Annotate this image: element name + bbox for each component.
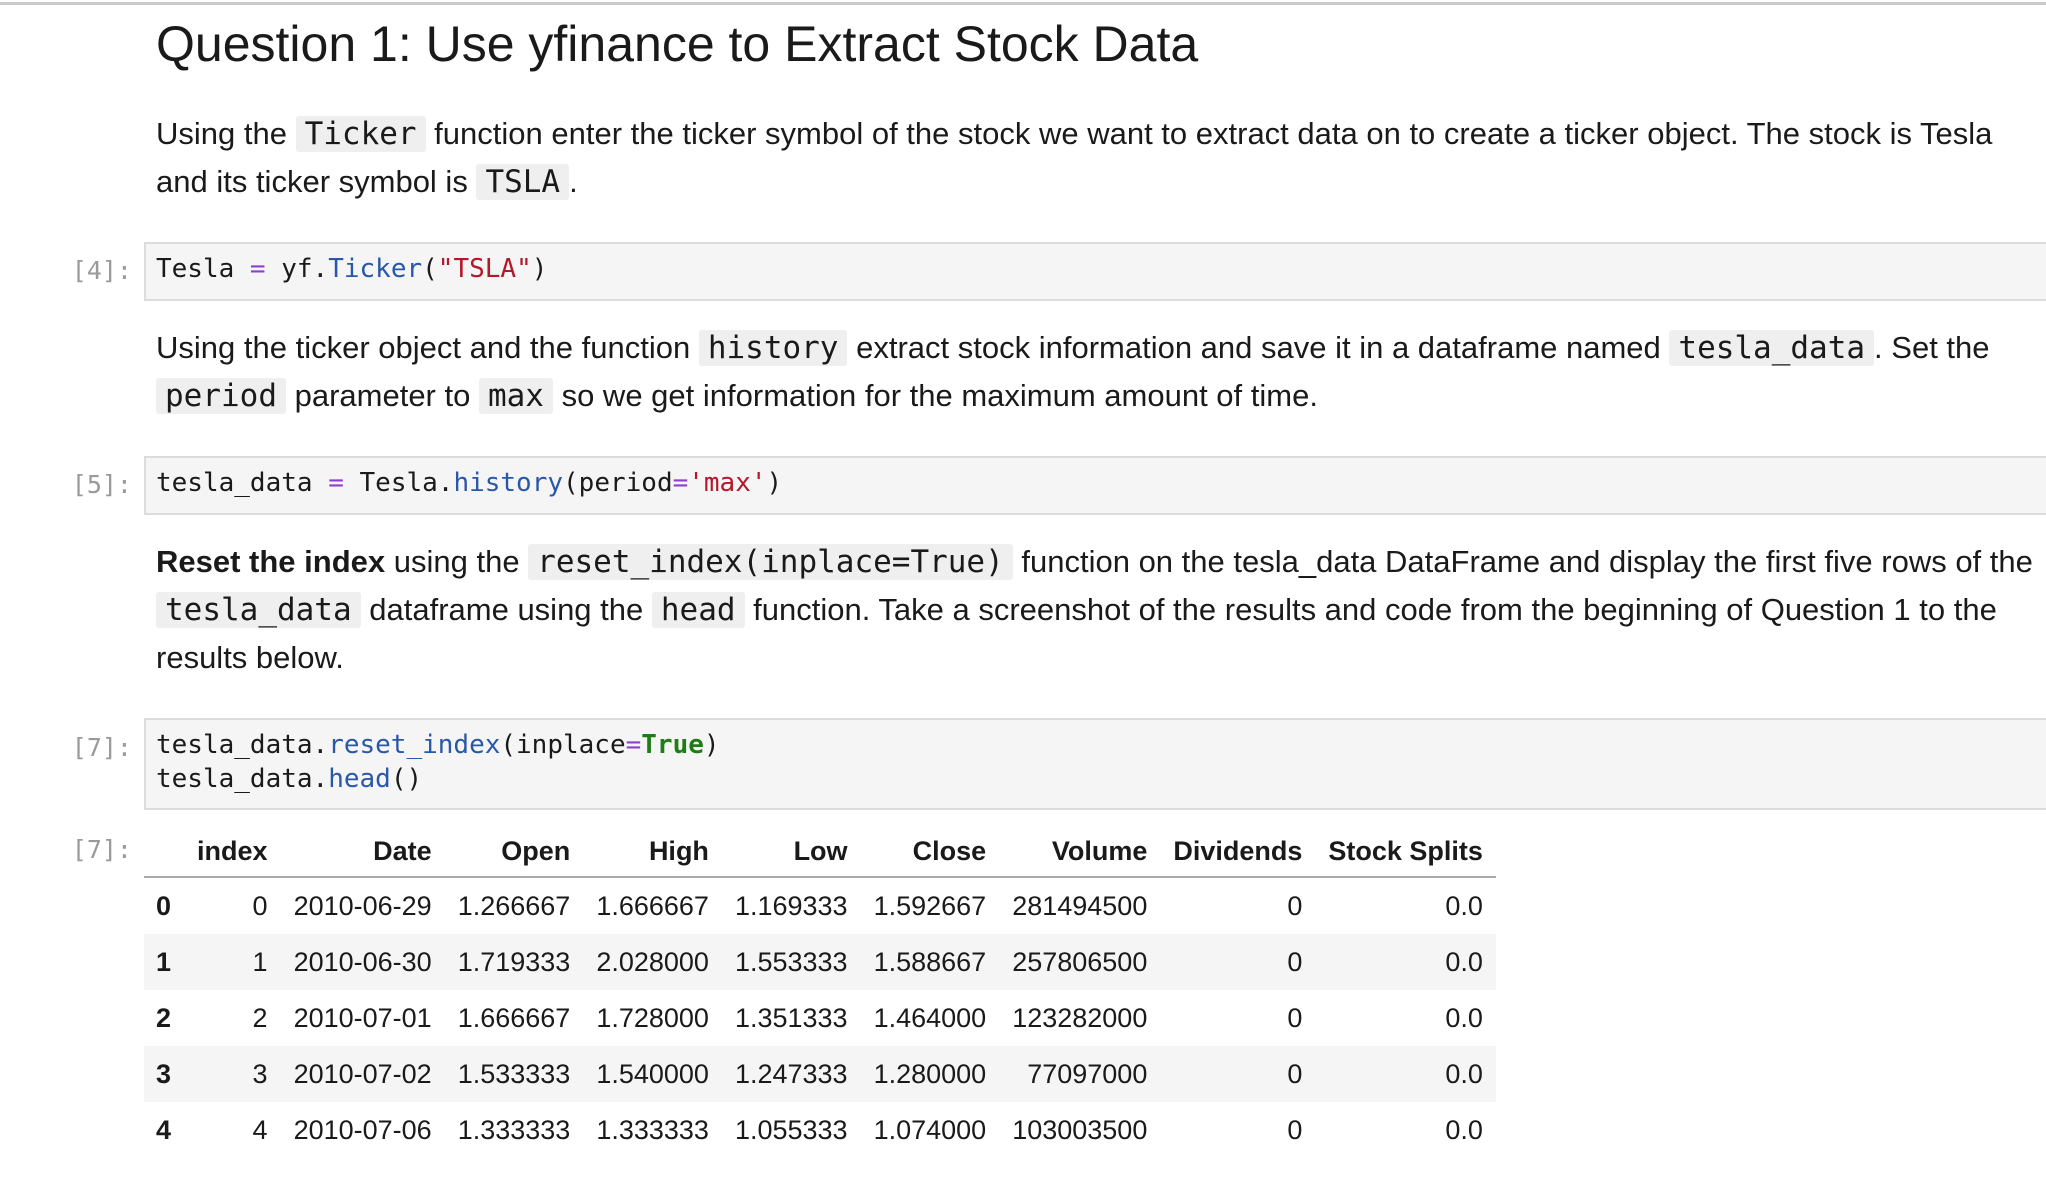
table-row: 0 0 2010-06-29 1.266667 1.666667 1.169333 1.59…: [144, 877, 1496, 934]
output-7-prompt: [7]:: [71, 835, 132, 864]
table-cell: 1.266667: [457, 890, 571, 921]
table-cell: 0: [1287, 1002, 1303, 1033]
table-cell: 1.333333: [596, 1114, 709, 1145]
column-header: High: [583, 826, 722, 878]
table-cell: 1.055333: [734, 1114, 848, 1145]
table-cell: 1.719333: [457, 946, 571, 977]
table-row: 2 2 2010-07-01 1.666667 1.728000 1.351333 1.46…: [144, 990, 1496, 1046]
table-cell: 1.592667: [873, 890, 987, 921]
code-cell-5[interactable]: tesla_data = Tesla.history(period='max'): [144, 456, 2046, 515]
table-cell: 4: [252, 1114, 268, 1145]
column-header: Stock Splits: [1315, 826, 1496, 878]
inline-code-max: max: [478, 378, 553, 414]
table-cell: 0.0: [1445, 1114, 1483, 1145]
cell-5-prompt: [5]:: [71, 470, 132, 499]
table-cell: 2010-07-06: [293, 1114, 432, 1145]
cell-7-prompt: [7]:: [71, 733, 132, 762]
table-cell: 1.540000: [596, 1058, 709, 1089]
inline-code-tesla-data-2: tesla_data: [156, 592, 361, 628]
table-cell: 2010-07-01: [293, 1002, 432, 1033]
table-cell: 0.0: [1445, 1058, 1483, 1089]
column-header: [144, 826, 185, 878]
column-header: Open: [444, 826, 584, 878]
row-index-label: 2: [156, 1002, 172, 1033]
table-cell: 1.333333: [457, 1114, 571, 1145]
inline-code-history: history: [698, 330, 848, 366]
column-header: Low: [721, 826, 861, 878]
code-cell-7[interactable]: tesla_data.reset_index(inplace=True) tesl…: [144, 718, 2046, 810]
table-cell: 1.074000: [873, 1114, 987, 1145]
row-index-label: 1: [156, 946, 172, 977]
table-row: 4 4 2010-07-06 1.333333 1.333333 1.055333 1.07…: [144, 1102, 1496, 1158]
column-header: Volume: [999, 826, 1161, 878]
cell-4-prompt: [4]:: [71, 256, 132, 285]
table-cell: 257806500: [1012, 946, 1148, 977]
table-cell: 0.0: [1445, 890, 1483, 921]
table-cell: 1.533333: [457, 1058, 571, 1089]
markdown-cell-history-instructions: Using the ticker object and the function…: [156, 330, 1990, 414]
table-cell: 0: [1287, 946, 1303, 977]
table-cell: 2: [252, 1002, 268, 1033]
table-cell: 123282000: [1012, 1002, 1148, 1033]
table-cell: 2010-06-29: [293, 890, 432, 921]
table-cell: 1.169333: [734, 890, 848, 921]
page-title: Question 1: Use yfinance to Extract Stoc…: [156, 16, 1199, 72]
top-divider: [0, 2, 2046, 5]
inline-code-reset-index: reset_index(inplace=True): [528, 544, 1013, 580]
table-row: 1 1 2010-06-30 1.719333 2.028000 1.553333 1.58…: [144, 934, 1496, 990]
inline-code-ticker: Ticker: [295, 116, 426, 152]
inline-code-tesla-data: tesla_data: [1669, 330, 1875, 366]
table-cell: 2010-06-30: [293, 946, 432, 977]
table-cell: 1.247333: [734, 1058, 848, 1089]
table-cell: 0.0: [1445, 946, 1483, 977]
table-cell: 0: [1287, 890, 1303, 921]
inline-code-tsla: TSLA: [476, 164, 570, 200]
table-cell: 0: [1287, 1114, 1303, 1145]
markdown-cell-ticker-instructions: Using the Ticker function enter the tick…: [156, 116, 1993, 200]
row-index-label: 3: [156, 1058, 172, 1089]
table-cell: 0: [252, 890, 268, 921]
code-cell-4[interactable]: Tesla = yf.Ticker("TSLA"): [144, 242, 2046, 301]
table-cell: 281494500: [1012, 890, 1148, 921]
row-index-label: 4: [156, 1114, 172, 1145]
table-cell: 1.728000: [596, 1002, 709, 1033]
column-header: Dividends: [1160, 826, 1316, 878]
table-cell: 77097000: [1027, 1058, 1148, 1089]
table-cell: 1.351333: [734, 1002, 848, 1033]
row-index-label: 0: [156, 890, 172, 921]
column-header: index: [184, 826, 281, 878]
table-cell: 1: [252, 946, 268, 977]
table-cell: 0: [1287, 1058, 1303, 1089]
table-cell: 1.280000: [873, 1058, 987, 1089]
table-cell: 1.553333: [734, 946, 848, 977]
inline-code-head: head: [651, 592, 745, 628]
table-row: 3 3 2010-07-02 1.533333 1.540000 1.247333 1.28…: [144, 1046, 1496, 1102]
table-cell: 3: [252, 1058, 268, 1089]
table-cell: 1.666667: [457, 1002, 571, 1033]
column-header: Date: [280, 826, 445, 878]
markdown-cell-reset-index-instructions: Reset the index using the reset_index(in…: [156, 544, 2033, 675]
table-cell: 1.666667: [596, 890, 709, 921]
table-cell: 1.588667: [873, 946, 987, 977]
table-cell: 2010-07-02: [293, 1058, 432, 1089]
inline-code-period: period: [156, 378, 286, 414]
dataframe-header: index Date Open High Low Close Volume Dividends…: [144, 826, 1496, 878]
dataframe-output: index Date Open High Low Close Volume Dividends…: [144, 826, 1496, 1158]
table-cell: 1.464000: [873, 1002, 987, 1033]
table-cell: 2.028000: [596, 946, 709, 977]
table-cell: 0.0: [1445, 1002, 1483, 1033]
column-header: Close: [860, 826, 1000, 878]
dataframe-body: 0 0 2010-06-29 1.266667 1.666667 1.169333 1.59…: [144, 877, 1496, 1158]
table-cell: 103003500: [1012, 1114, 1148, 1145]
